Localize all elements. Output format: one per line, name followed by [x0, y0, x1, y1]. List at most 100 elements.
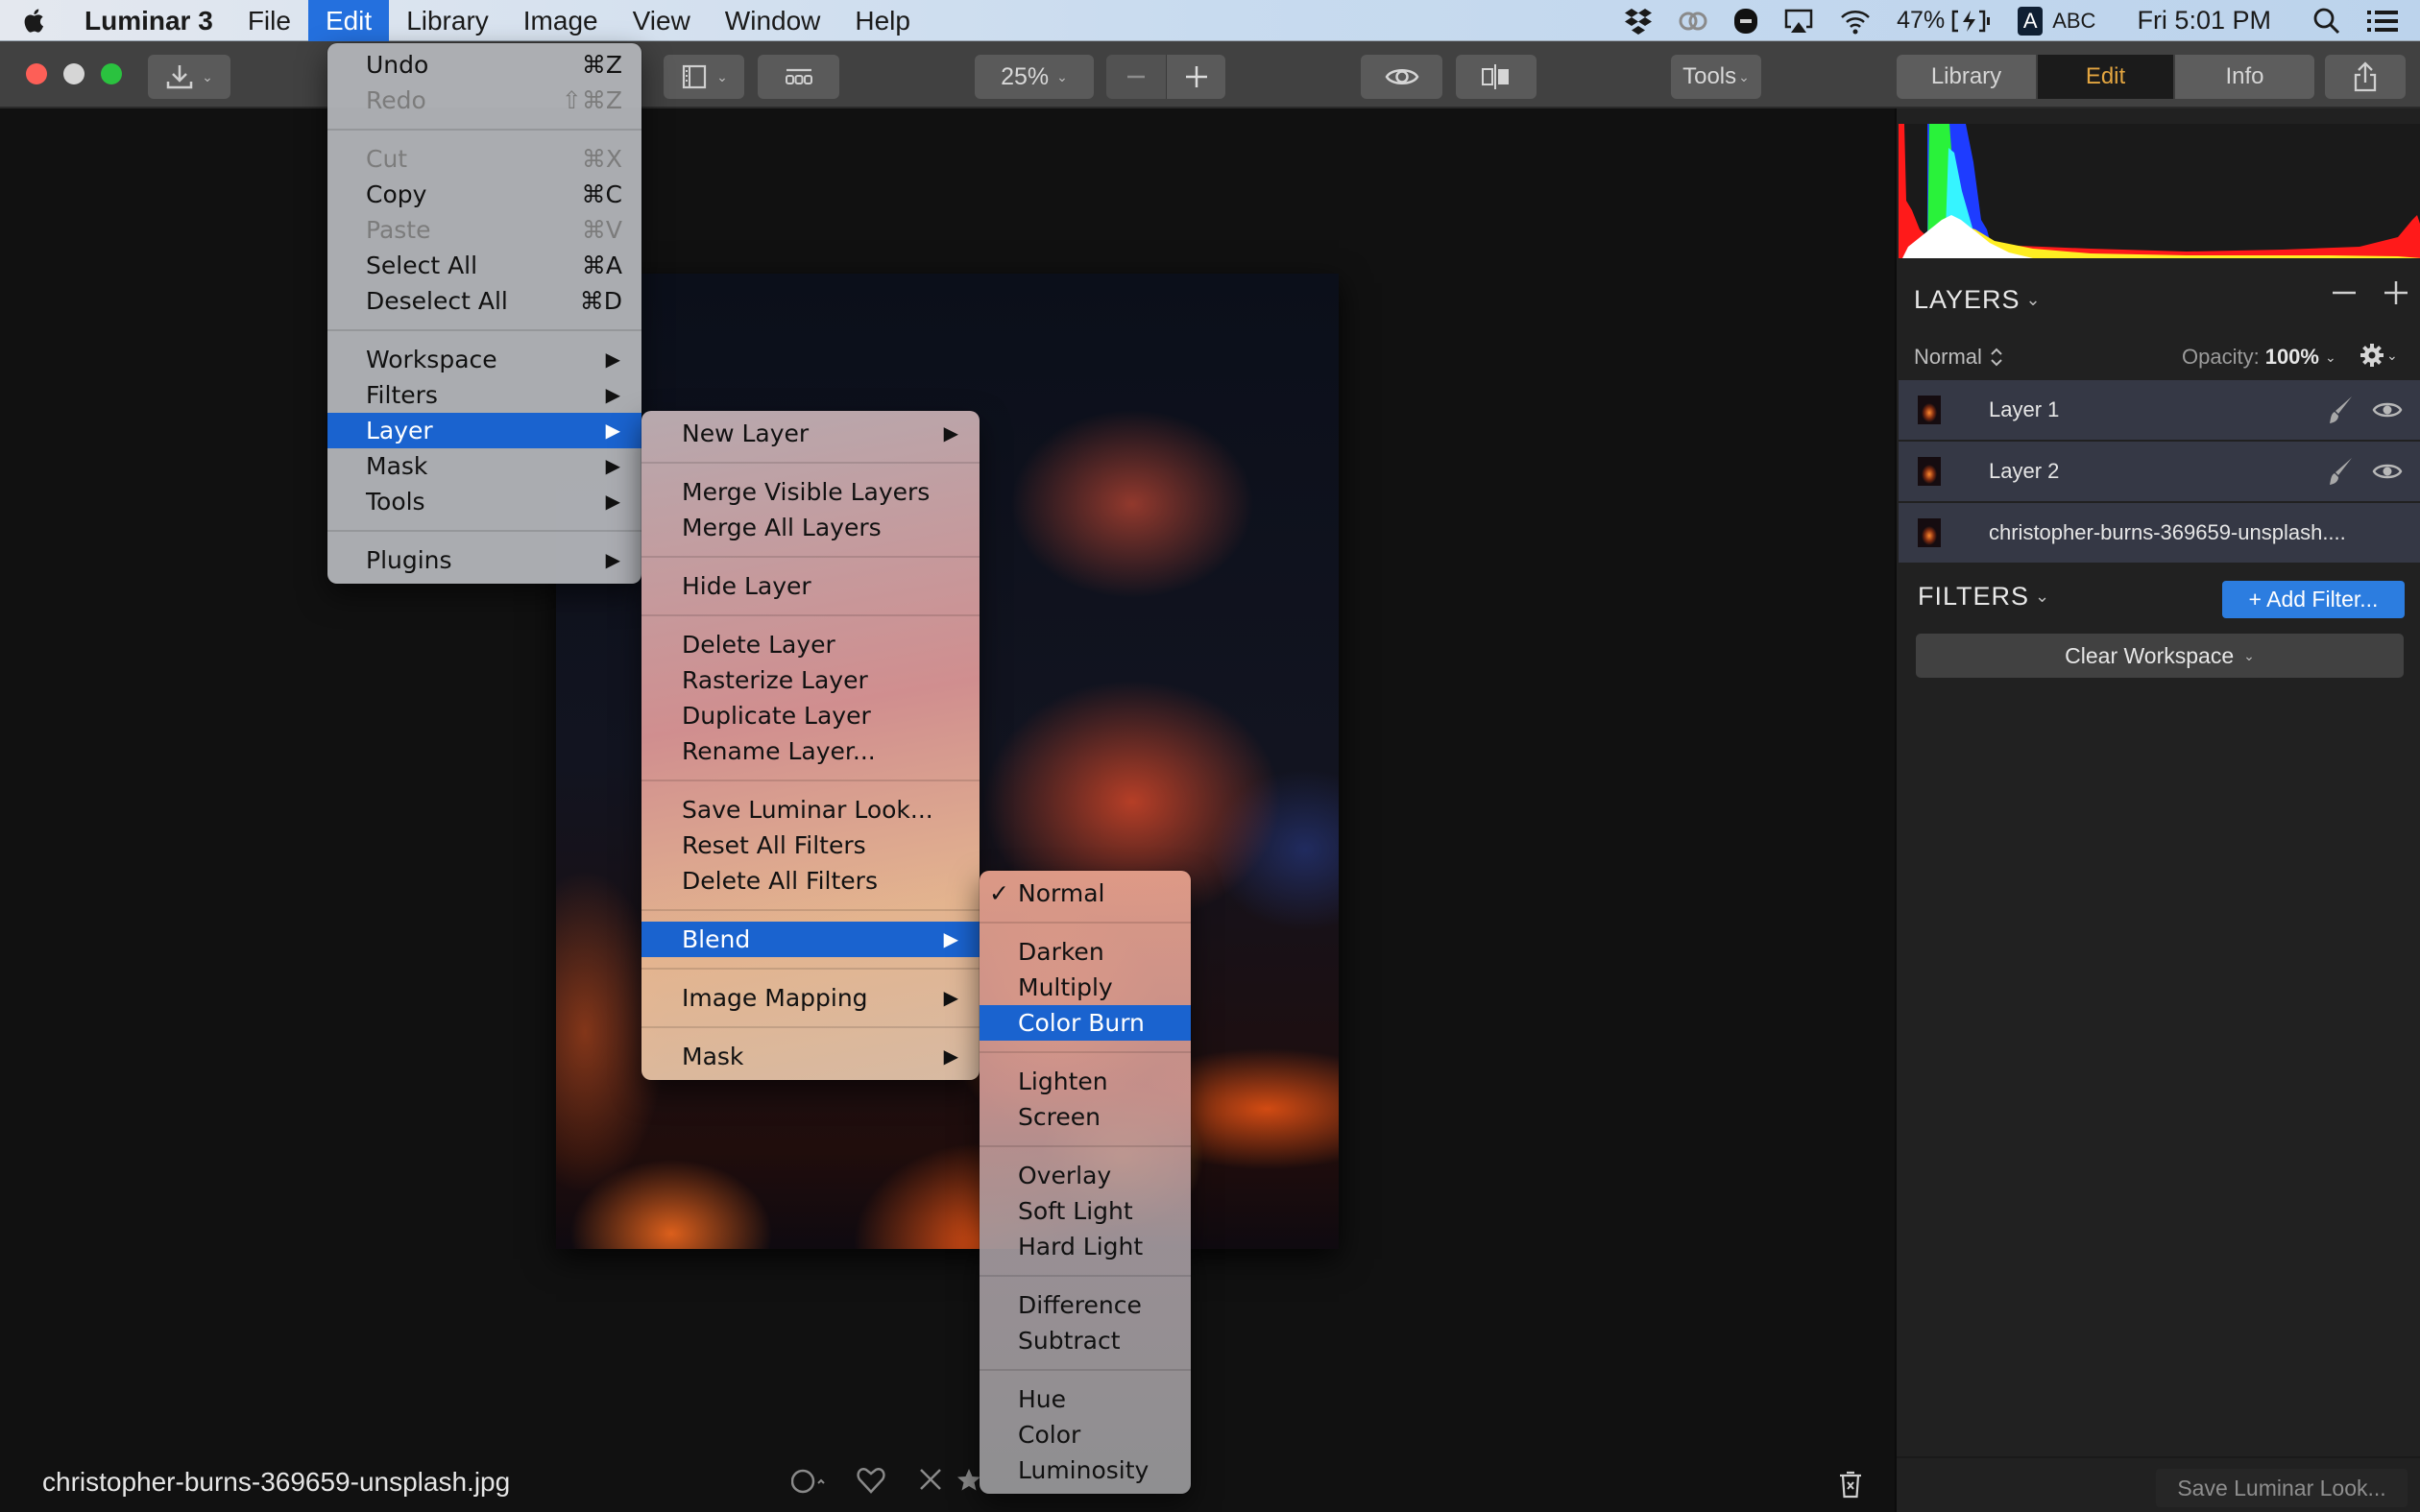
menu-item-multiply[interactable]: Multiply	[980, 970, 1191, 1005]
menu-item-new-layer[interactable]: New Layer ▶	[641, 416, 980, 451]
menu-item-rasterize-layer[interactable]: Rasterize Layer	[641, 662, 980, 698]
menu-item-reset-all-filters[interactable]: Reset All Filters	[641, 828, 980, 863]
filmstrip-toggle-button[interactable]	[758, 55, 839, 99]
rating-button[interactable]	[956, 1467, 982, 1500]
menu-item-luminosity[interactable]: Luminosity	[980, 1452, 1191, 1488]
tools-dropdown[interactable]: Tools ⌄	[1671, 55, 1761, 99]
layer-submenu: New Layer ▶ Merge Visible Layers Merge All …	[641, 411, 980, 1080]
menu-item-save-luminar-look[interactable]: Save Luminar Look...	[641, 792, 980, 828]
split-compare-icon	[1482, 64, 1509, 89]
menu-item-hue[interactable]: Hue	[980, 1381, 1191, 1417]
favorite-button[interactable]	[857, 1467, 885, 1500]
dropbox-icon[interactable]	[1611, 0, 1665, 41]
menu-item-layer[interactable]: Layer ▶	[327, 413, 641, 448]
layer-row[interactable]: Layer 1	[1899, 380, 2420, 440]
menu-help[interactable]: Help	[837, 0, 928, 41]
tab-library[interactable]: Library	[1897, 55, 2036, 99]
sidebar-toggle-button[interactable]: ⌄	[664, 55, 744, 99]
menu-item-subtract[interactable]: Subtract	[980, 1323, 1191, 1358]
menu-window[interactable]: Window	[708, 0, 838, 41]
tab-info[interactable]: Info	[2175, 55, 2314, 99]
clock[interactable]: Fri 5:01 PM	[2108, 0, 2300, 41]
brush-icon[interactable]	[2326, 456, 2355, 487]
zoom-out-button[interactable]	[1106, 55, 1166, 99]
menu-item-image-mapping[interactable]: Image Mapping ▶	[641, 980, 980, 1016]
menu-item-mask[interactable]: Mask ▶	[641, 1039, 980, 1074]
workspace-dropdown[interactable]: Clear Workspace ⌄	[1916, 634, 2404, 678]
menu-item-blend[interactable]: Blend ▶	[641, 922, 980, 957]
menu-item-mask[interactable]: Mask ▶	[327, 448, 641, 484]
layers-header[interactable]: LAYERS ⌄	[1914, 285, 2042, 315]
menu-view[interactable]: View	[616, 0, 708, 41]
menu-item-copy[interactable]: Copy ⌘C	[327, 177, 641, 212]
eye-icon[interactable]	[2372, 461, 2403, 482]
menu-item-workspace[interactable]: Workspace ▶	[327, 342, 641, 377]
creative-cloud-icon[interactable]	[1665, 0, 1721, 41]
layer-settings-button[interactable]: ⌄	[2360, 343, 2398, 368]
skype-icon[interactable]	[1721, 0, 1771, 41]
delete-image-button[interactable]	[1838, 1469, 1863, 1506]
menu-edit[interactable]: Edit	[307, 0, 390, 41]
compare-button[interactable]	[1456, 55, 1537, 99]
zoom-window-button[interactable]	[101, 63, 122, 84]
zoom-level-dropdown[interactable]: 25% ⌄	[975, 55, 1094, 99]
menu-item-plugins[interactable]: Plugins ▶	[327, 542, 641, 578]
menu-item-darken[interactable]: Darken	[980, 934, 1191, 970]
menu-item-merge-visible-layers[interactable]: Merge Visible Layers	[641, 474, 980, 510]
menu-image[interactable]: Image	[506, 0, 616, 41]
tab-edit[interactable]: Edit	[2036, 55, 2175, 99]
menu-item-hide-layer[interactable]: Hide Layer	[641, 568, 980, 604]
menu-item-color[interactable]: Color	[980, 1417, 1191, 1452]
airplay-icon[interactable]	[1771, 0, 1827, 41]
wifi-icon[interactable]	[1827, 0, 1884, 41]
import-button[interactable]: ⌄	[148, 55, 230, 99]
brush-icon[interactable]	[2326, 395, 2355, 425]
add-layer-button[interactable]	[2383, 279, 2409, 311]
layer-row[interactable]: christopher-burns-369659-unsplash....	[1899, 503, 2420, 563]
remove-layer-button[interactable]	[2331, 279, 2358, 311]
preview-button[interactable]	[1361, 55, 1442, 99]
reject-button[interactable]	[918, 1467, 943, 1499]
color-label-button[interactable]	[790, 1467, 830, 1502]
menu-item-label: Cut	[366, 145, 408, 173]
menu-item-select-all[interactable]: Select All ⌘A	[327, 248, 641, 283]
layer-row[interactable]: Layer 2	[1899, 442, 2420, 501]
menu-item-rename-layer[interactable]: Rename Layer...	[641, 733, 980, 769]
blend-mode-select[interactable]: Normal	[1914, 345, 2003, 370]
share-button[interactable]	[2325, 55, 2406, 99]
menu-item-difference[interactable]: Difference	[980, 1287, 1191, 1323]
menu-item-color-burn[interactable]: Color Burn	[980, 1005, 1191, 1041]
menu-item-overlay[interactable]: Overlay	[980, 1158, 1191, 1193]
menu-item-filters[interactable]: Filters ▶	[327, 377, 641, 413]
menu-item-hard-light[interactable]: Hard Light	[980, 1229, 1191, 1264]
chevron-down-icon: ⌄	[202, 68, 213, 84]
apple-menu[interactable]	[0, 0, 67, 41]
spotlight-icon[interactable]	[2300, 0, 2354, 41]
battery-charging-icon	[1951, 10, 1991, 32]
menu-library[interactable]: Library	[389, 0, 506, 41]
minimize-window-button[interactable]	[63, 63, 85, 84]
save-look-button[interactable]: Save Luminar Look...	[2156, 1469, 2408, 1507]
menu-item-delete-layer[interactable]: Delete Layer	[641, 627, 980, 662]
notification-center-icon[interactable]	[2354, 0, 2420, 41]
add-filter-button[interactable]: + Add Filter...	[2222, 581, 2405, 618]
filters-header[interactable]: FILTERS ⌄	[1918, 582, 2050, 612]
menu-item-merge-all-layers[interactable]: Merge All Layers	[641, 510, 980, 545]
menu-item-delete-all-filters[interactable]: Delete All Filters	[641, 863, 980, 899]
input-source[interactable]: A ABC	[2005, 0, 2108, 41]
app-menu[interactable]: Luminar 3	[67, 0, 230, 41]
menu-item-tools[interactable]: Tools ▶	[327, 484, 641, 519]
menu-item-duplicate-layer[interactable]: Duplicate Layer	[641, 698, 980, 733]
menu-item-screen[interactable]: Screen	[980, 1099, 1191, 1135]
battery-status[interactable]: 47%	[1884, 0, 2005, 41]
opacity-control[interactable]: Opacity: 100% ⌄	[2182, 345, 2336, 370]
menu-item-deselect-all[interactable]: Deselect All ⌘D	[327, 283, 641, 319]
menu-item-lighten[interactable]: Lighten	[980, 1064, 1191, 1099]
menu-item-soft-light[interactable]: Soft Light	[980, 1193, 1191, 1229]
eye-icon[interactable]	[2372, 399, 2403, 420]
menu-file[interactable]: File	[230, 0, 308, 41]
zoom-in-button[interactable]	[1166, 55, 1225, 99]
menu-item-undo[interactable]: Undo ⌘Z	[327, 47, 641, 83]
close-window-button[interactable]	[26, 63, 47, 84]
menu-item-normal[interactable]: ✓ Normal	[980, 876, 1191, 911]
